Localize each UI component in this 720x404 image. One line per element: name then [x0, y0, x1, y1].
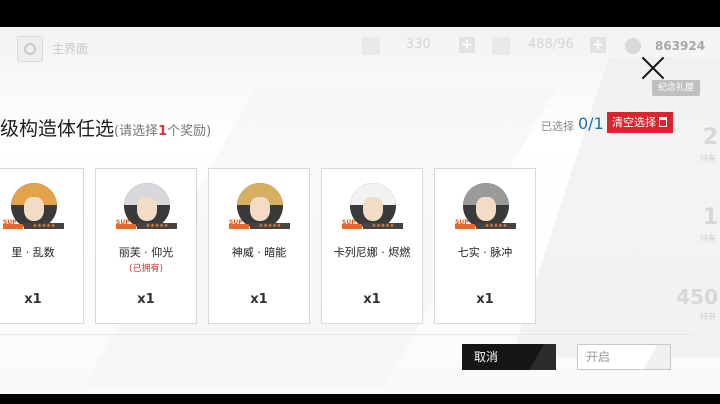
- clear-selection-button[interactable]: 清空选择: [607, 112, 673, 133]
- coin-value: 863924: [655, 39, 706, 53]
- open-button[interactable]: 开启: [577, 344, 671, 370]
- card-quantity: x1: [250, 292, 268, 307]
- side-number-2: 1: [702, 205, 718, 230]
- rank-badge: SUP ★★★★★: [116, 219, 178, 229]
- clear-selection-label: 清空选择: [612, 116, 656, 129]
- rank-badge: SUP ★★★★★: [229, 219, 291, 229]
- reward-card[interactable]: SUP ★★★★★ 卡列尼娜 · 烬燃 x1: [321, 168, 423, 324]
- letterbox-top: [0, 0, 720, 27]
- side-sub-1: 持有: [700, 154, 716, 163]
- rank-badge: SUP ★★★★★: [455, 219, 517, 229]
- card-name: 丽芙 · 仰光: [118, 246, 174, 259]
- memorial-gift-chip[interactable]: 纪念礼厘: [652, 80, 701, 96]
- resource-2-value: 488/96: [528, 37, 574, 52]
- reward-card[interactable]: SUP ★★★★★ 丽芙 · 仰光 (已拥有) x1: [95, 168, 197, 324]
- coin-icon: [625, 38, 641, 54]
- resource-1-value: 330: [406, 37, 431, 52]
- rank-badge: SUP ★★★★★: [342, 219, 404, 229]
- stamina-icon: [362, 37, 380, 55]
- side-sub-3: 持有: [700, 312, 716, 321]
- cancel-label: 取消: [474, 350, 499, 364]
- dialog-divider: [0, 334, 692, 335]
- add-resource-2-button[interactable]: +: [590, 37, 606, 53]
- selected-label: 已选择: [541, 120, 574, 133]
- trash-icon: [659, 117, 667, 127]
- reward-card[interactable]: SUP ★★★★★ 七实 · 脉冲 x1: [434, 168, 536, 324]
- card-name: 里 · 乱数: [11, 246, 55, 259]
- side-sub-2: 持有: [700, 234, 716, 243]
- card-quantity: x1: [24, 292, 42, 307]
- side-number-1: 2: [702, 125, 718, 150]
- cancel-button[interactable]: 取消: [462, 344, 556, 370]
- card-owned-note: (已拥有): [128, 264, 164, 274]
- card-quantity: x1: [137, 292, 155, 307]
- card-name: 卡列尼娜 · 烬燃: [333, 246, 411, 259]
- card-quantity: x1: [476, 292, 494, 307]
- reward-card[interactable]: SUP ★★★★★ 里 · 乱数 x1: [0, 168, 84, 324]
- dialog-title-text: 级构造体任选: [0, 118, 115, 140]
- hint-prefix: (请选择: [114, 124, 159, 139]
- hint-suffix: 个奖励): [167, 124, 212, 139]
- reward-card[interactable]: SUP ★★★★★ 神威 · 暗能 x1: [208, 168, 310, 324]
- close-icon[interactable]: [640, 55, 666, 81]
- card-name: 神威 · 暗能: [231, 246, 287, 259]
- dialog-hint: (请选择1个奖励): [114, 124, 211, 139]
- open-label: 开启: [586, 350, 611, 364]
- dialog-title: 级构造体任选(请选择1个奖励): [0, 114, 211, 141]
- home-label[interactable]: 主界面: [52, 40, 88, 57]
- hint-count: 1: [158, 124, 168, 139]
- add-resource-1-button[interactable]: +: [459, 37, 475, 53]
- home-icon[interactable]: [17, 36, 43, 62]
- side-number-3: 450: [676, 285, 718, 309]
- card-name: 七实 · 脉冲: [457, 246, 513, 259]
- resource-2-icon: [492, 37, 510, 55]
- selected-count: 0/1: [578, 114, 604, 133]
- letterbox-bottom: [0, 394, 720, 404]
- card-quantity: x1: [363, 292, 381, 307]
- rank-badge: SUP ★★★★★: [3, 219, 65, 229]
